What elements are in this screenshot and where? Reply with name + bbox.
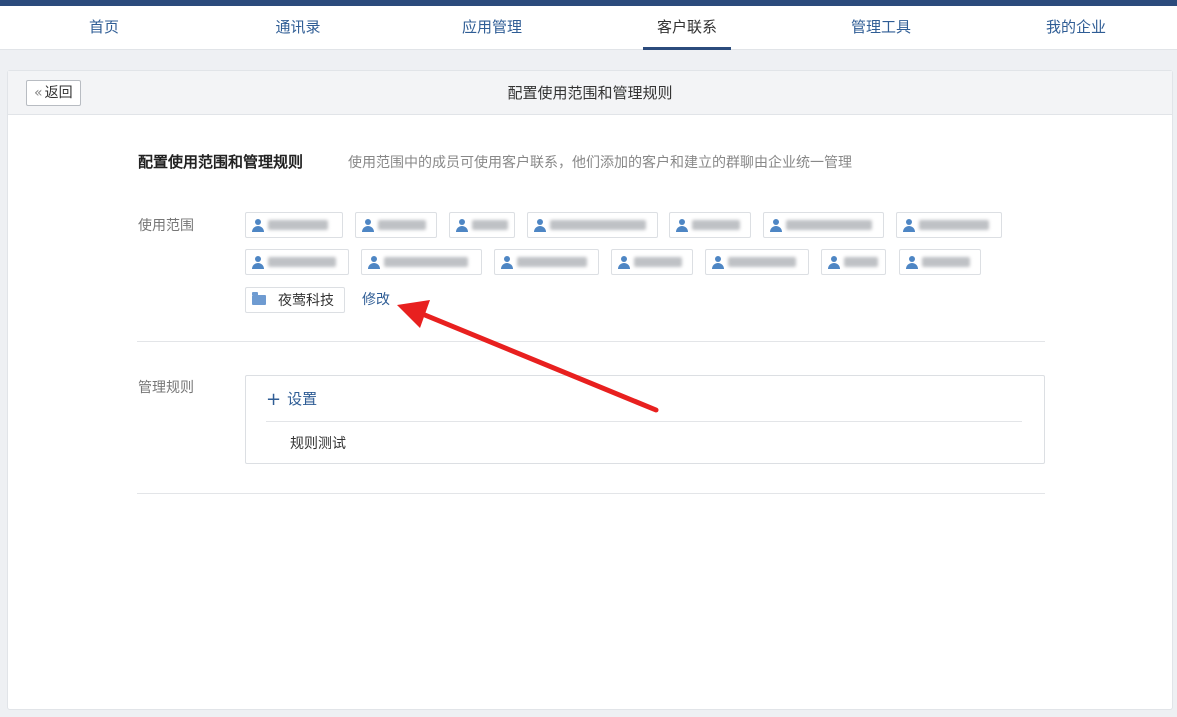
back-button[interactable]: «返回 (26, 80, 81, 106)
user-icon (712, 255, 724, 269)
user-icon (456, 218, 468, 232)
panel-header: 配置使用范围和管理规则 «返回 (8, 71, 1172, 115)
user-icon (362, 218, 374, 232)
user-icon (906, 255, 918, 269)
plus-icon: + (266, 389, 282, 410)
user-icon (676, 218, 688, 232)
member-tag (896, 212, 1002, 238)
edit-scope-link[interactable]: 修改 (362, 289, 390, 309)
user-icon (618, 255, 630, 269)
user-icon (534, 218, 546, 232)
nav-item-my-enterprise[interactable]: 我的企业 (1046, 6, 1106, 50)
user-icon (252, 218, 264, 232)
member-tag (669, 212, 751, 238)
nav-item-customer-contact[interactable]: 客户联系 (642, 6, 732, 50)
nav-item-home[interactable]: 首页 (89, 6, 119, 50)
member-tag (245, 249, 349, 275)
section-description: 使用范围中的成员可使用客户联系，他们添加的客户和建立的群聊由企业统一管理 (348, 155, 852, 171)
top-navigation: 首页 通讯录 应用管理 客户联系 管理工具 我的企业 (0, 6, 1177, 50)
user-icon (368, 255, 380, 269)
nav-item-management-tools[interactable]: 管理工具 (851, 6, 911, 50)
rules-box: + 设置 规则测试 (245, 375, 1045, 464)
department-tag: 夜莺科技 (245, 287, 345, 313)
rule-item[interactable]: 规则测试 (290, 433, 346, 453)
member-tag (705, 249, 809, 275)
section-divider (137, 341, 1045, 342)
nav-item-contacts[interactable]: 通讯录 (275, 6, 320, 50)
add-rule-button[interactable]: + 设置 (266, 388, 317, 410)
section-title: 配置使用范围和管理规则 (138, 153, 304, 171)
bottom-divider (137, 493, 1045, 494)
member-tag (494, 249, 599, 275)
add-rule-label: 设置 (287, 390, 318, 408)
member-tag (899, 249, 981, 275)
user-icon (828, 255, 840, 269)
nav-item-app-management[interactable]: 应用管理 (462, 6, 522, 50)
user-icon (501, 255, 513, 269)
member-tag (611, 249, 693, 275)
member-tag (245, 212, 343, 238)
scope-label: 使用范围 (138, 218, 194, 234)
double-chevron-left-icon: « (34, 85, 43, 101)
rules-divider (266, 421, 1022, 422)
folder-icon (252, 292, 266, 305)
back-button-label: 返回 (44, 85, 73, 101)
member-tag (821, 249, 886, 275)
department-name: 夜莺科技 (278, 293, 334, 309)
member-tag (763, 212, 884, 238)
user-icon (770, 218, 782, 232)
user-icon (903, 218, 915, 232)
member-tag (449, 212, 515, 238)
user-icon (252, 255, 264, 269)
member-tag (361, 249, 482, 275)
rules-label: 管理规则 (138, 380, 194, 396)
config-panel: 配置使用范围和管理规则 «返回 配置使用范围和管理规则 使用范围中的成员可使用客… (7, 70, 1173, 710)
member-tag (527, 212, 658, 238)
member-tag (355, 212, 437, 238)
page-title: 配置使用范围和管理规则 (507, 84, 673, 102)
